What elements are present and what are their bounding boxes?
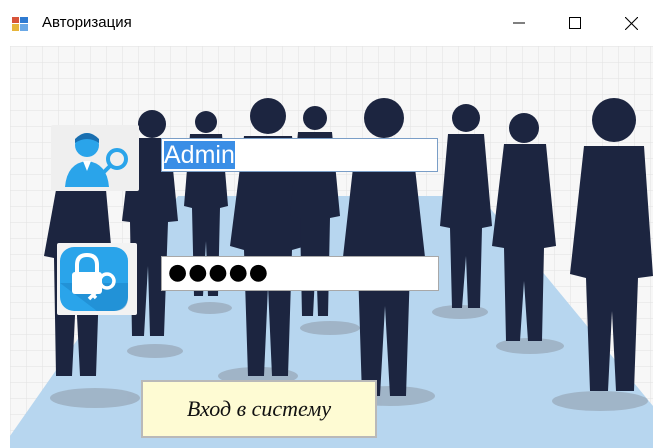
close-button[interactable] (609, 6, 653, 40)
password-input[interactable]: ●●●●● (161, 256, 439, 291)
login-input[interactable]: Admin (161, 138, 438, 172)
maximize-icon (569, 17, 581, 29)
lock-key-icon (57, 243, 137, 315)
window-title: Авторизация (42, 14, 132, 31)
user-key-icon (51, 125, 139, 191)
login-value: Admin (164, 141, 235, 169)
login-window: Авторизация Admin ●●●●● Вход в систему (0, 0, 653, 448)
form-client-area: Admin ●●●●● Вход в систему (10, 46, 653, 448)
maximize-button[interactable] (553, 6, 597, 40)
title-bar[interactable]: Авторизация (0, 0, 653, 46)
minimize-icon (513, 22, 525, 24)
minimize-button[interactable] (497, 6, 541, 40)
login-button[interactable]: Вход в систему (141, 380, 377, 438)
app-form-icon (12, 17, 28, 31)
close-icon (624, 16, 638, 30)
